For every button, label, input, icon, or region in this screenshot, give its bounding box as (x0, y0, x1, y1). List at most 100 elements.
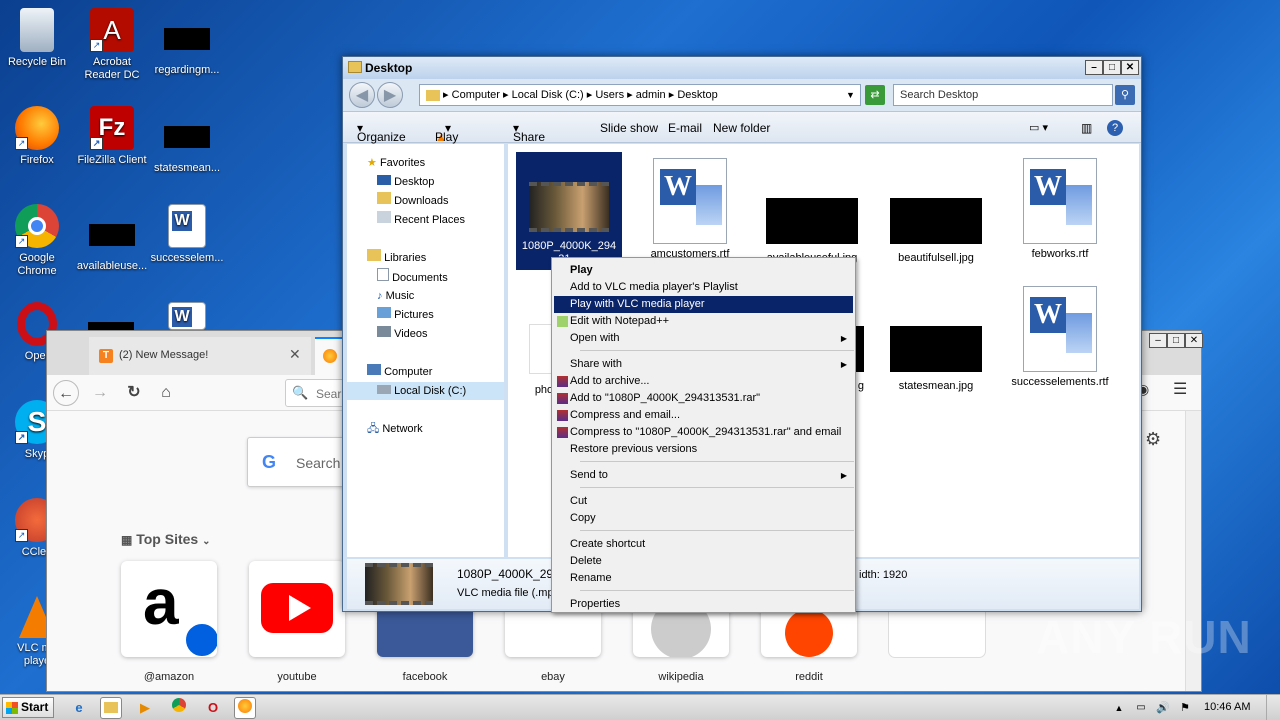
tray-expand-icon[interactable]: ▲ (1108, 697, 1130, 719)
organize-button[interactable]: Organize ▾ (357, 121, 406, 144)
desktop-icon-regardingm[interactable]: regardingm... (150, 8, 224, 77)
menu-item-copy[interactable]: Copy (554, 510, 853, 527)
opera-taskbar-icon[interactable]: O (202, 697, 224, 719)
new-folder-button[interactable]: New folder (713, 121, 770, 135)
preview-pane-icon[interactable]: ▥ (1081, 121, 1092, 135)
nav-documents[interactable]: Documents (377, 268, 448, 286)
breadcrumb[interactable]: ▸ Computer ▸ Local Disk (C:) ▸ Users ▸ a… (419, 84, 861, 106)
menu-item-compress-email[interactable]: Compress and email... (554, 407, 853, 424)
minimize-button[interactable]: – (1085, 60, 1103, 75)
desktop-icon-successelem[interactable]: W successelem... (150, 204, 224, 265)
nav-computer[interactable]: Computer (367, 363, 432, 381)
menu-item-add-rar[interactable]: Add to "1080P_4000K_294313531.rar" (554, 390, 853, 407)
desktop-icon-statesmean[interactable]: statesmean... (150, 106, 224, 175)
desktop-icon-filezilla[interactable]: Fz ↗ FileZilla Client (75, 106, 149, 167)
media-player-taskbar-icon[interactable]: ▶ (134, 697, 156, 719)
tab-new-message[interactable]: T (2) New Message! ✕ (89, 337, 311, 375)
firefox-taskbar-icon[interactable] (234, 697, 256, 719)
search-icon[interactable]: ⚲ (1115, 85, 1135, 105)
flag-tray-icon[interactable]: ⚑ (1174, 697, 1196, 719)
reload-icon[interactable]: ↻ (121, 380, 147, 406)
desktop-icon-recycle-bin[interactable]: Recycle Bin (0, 8, 74, 69)
menu-item-send-to[interactable]: Send to ▶ (554, 467, 853, 484)
explorer-taskbar-icon[interactable] (100, 697, 122, 719)
menu-item-create-shortcut[interactable]: Create shortcut (554, 536, 853, 553)
tab-close-icon[interactable]: ✕ (289, 346, 301, 363)
explorer-titlebar[interactable]: Desktop – □ ✕ (343, 57, 1141, 79)
chrome-taskbar-icon[interactable] (168, 697, 190, 719)
nav-desktop[interactable]: Desktop (377, 173, 434, 191)
desktop-icon-chrome[interactable]: ↗ Google Chrome (0, 204, 74, 278)
minimize-button[interactable]: – (1149, 333, 1167, 348)
menu-item-add-to-playlist[interactable]: Add to VLC media player's Playlist (554, 279, 853, 296)
url-search-input[interactable]: 🔍 Sear (285, 379, 345, 407)
breadcrumb-admin[interactable]: admin (636, 89, 666, 101)
show-desktop-button[interactable] (1266, 695, 1280, 720)
nav-music[interactable]: ♪ Music (377, 287, 414, 305)
search-input[interactable]: Search Desktop (893, 84, 1113, 106)
ie-taskbar-icon[interactable]: e (68, 697, 90, 719)
view-options-icon[interactable]: ▭ ▾ (1029, 121, 1048, 134)
file-item-availableuseful[interactable]: availableuseful.jpg (758, 176, 866, 265)
menu-item-restore-versions[interactable]: Restore previous versions (554, 441, 853, 458)
top-sites-header[interactable]: ▦ Top Sites ⌄ (121, 531, 210, 547)
desktop-icon-acrobat[interactable]: A ↗ Acrobat Reader DC (75, 8, 149, 82)
top-site-amazon[interactable]: a @amazon (121, 561, 217, 683)
slide-show-button[interactable]: Slide show (600, 121, 658, 135)
start-button[interactable]: Start (2, 697, 54, 718)
network-tray-icon[interactable]: ▭ (1130, 697, 1152, 719)
close-button[interactable]: ✕ (1121, 60, 1139, 75)
clock[interactable]: 10:46 AM (1204, 701, 1250, 713)
email-button[interactable]: E-mail (668, 121, 702, 135)
nav-pictures[interactable]: Pictures (377, 306, 434, 324)
menu-item-share-with[interactable]: Share with ▶ (554, 356, 853, 373)
back-arrow-icon[interactable]: ◀ (349, 82, 375, 108)
hamburger-menu-icon[interactable]: ☰ (1173, 379, 1187, 399)
refresh-icon[interactable]: ⇄ (865, 85, 885, 105)
forward-arrow-icon[interactable]: ▶ (377, 82, 403, 108)
share-with-button[interactable]: Share with ▾ (513, 121, 545, 158)
volume-tray-icon[interactable]: 🔊 (1152, 697, 1174, 719)
top-site-youtube[interactable]: youtube (249, 561, 345, 683)
nav-videos[interactable]: Videos (377, 325, 428, 343)
close-button[interactable]: ✕ (1185, 333, 1203, 348)
nav-recent-places[interactable]: Recent Places (377, 211, 465, 229)
settings-gear-icon[interactable]: ⚙ (1145, 429, 1161, 450)
menu-item-compress-rar-email[interactable]: Compress to "1080P_4000K_294313531.rar" … (554, 424, 853, 441)
breadcrumb-local-disk[interactable]: Local Disk (C:) (512, 89, 584, 101)
back-arrow-icon[interactable]: ← (53, 380, 79, 406)
play-button[interactable]: ▲ Play ▾ (435, 121, 458, 144)
forward-arrow-icon[interactable]: → (87, 380, 113, 406)
menu-item-cut[interactable]: Cut (554, 493, 853, 510)
maximize-button[interactable]: □ (1167, 333, 1185, 348)
menu-item-properties[interactable]: Properties (554, 596, 853, 613)
maximize-button[interactable]: □ (1103, 60, 1121, 75)
file-item-febworks[interactable]: W febworks.rtf (1006, 158, 1114, 261)
desktop-icon-firefox[interactable]: ↗ Firefox (0, 106, 74, 167)
menu-item-rename[interactable]: Rename (554, 570, 853, 587)
tab-active[interactable] (315, 337, 345, 375)
file-item-amcustomers[interactable]: W amcustomers.rtf (636, 158, 744, 261)
home-icon[interactable]: ⌂ (153, 380, 179, 406)
menu-item-delete[interactable]: Delete (554, 553, 853, 570)
breadcrumb-computer[interactable]: Computer (452, 89, 500, 101)
breadcrumb-users[interactable]: Users (595, 89, 624, 101)
help-icon[interactable]: ? (1107, 120, 1123, 136)
menu-item-play[interactable]: Play (554, 262, 853, 279)
breadcrumb-desktop[interactable]: Desktop (677, 89, 717, 101)
nav-network[interactable]: 🖧 Network (367, 420, 423, 438)
nav-favorites[interactable]: ★ Favorites (367, 154, 425, 172)
menu-item-play-with-vlc[interactable]: Play with VLC media player (554, 296, 853, 313)
file-item-statesmean[interactable]: statesmean.jpg (882, 304, 990, 393)
nav-libraries[interactable]: Libraries (367, 249, 426, 267)
file-item-beautifulsell[interactable]: beautifulsell.jpg (882, 176, 990, 265)
menu-item-open-with[interactable]: Open with ▶ (554, 330, 853, 347)
menu-item-edit-notepad[interactable]: Edit with Notepad++ (554, 313, 853, 330)
file-item-video[interactable]: 1080P_4000K_294 31... (516, 152, 622, 270)
file-item-successelements[interactable]: W successelements.rtf (1006, 286, 1114, 389)
chevron-down-icon[interactable]: ▼ (846, 85, 855, 105)
nav-local-disk[interactable]: Local Disk (C:) (347, 382, 504, 400)
menu-item-add-archive[interactable]: Add to archive... (554, 373, 853, 390)
desktop-icon-availableuse[interactable]: availableuse... (75, 204, 149, 273)
google-search-box[interactable]: G Search (247, 437, 347, 487)
